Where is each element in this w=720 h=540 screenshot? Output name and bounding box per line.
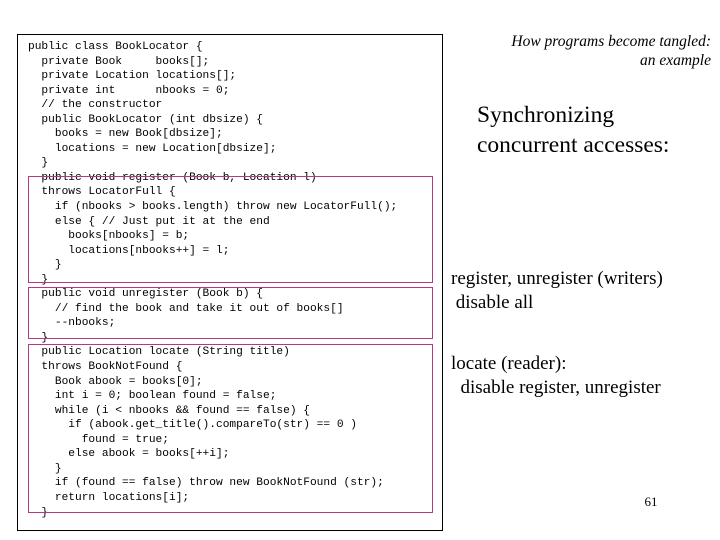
reader-note: locate (reader): disable register, unreg…: [451, 353, 661, 398]
slide-headline-line-2: concurrent accesses:: [477, 132, 670, 158]
code-line: if (nbooks > books.length) throw new Loc…: [28, 201, 398, 214]
code-line: throws LocatorFull {: [28, 186, 176, 199]
code-line: throws BookNotFound {: [28, 361, 183, 374]
code-line: found = true;: [28, 433, 169, 446]
slide-title-line-2: an example: [639, 52, 711, 69]
code-line: }: [28, 462, 62, 475]
code-line: }: [28, 259, 62, 272]
code-line: locations[nbooks++] = l;: [28, 244, 230, 257]
code-line: }: [28, 157, 49, 170]
code-line: // find the book and take it out of book…: [28, 302, 344, 315]
slide-canvas: public class BookLocator { private Book …: [0, 0, 720, 540]
code-line: else { // Just put it at the end: [28, 215, 270, 228]
code-line: public Location locate (String title): [28, 346, 290, 359]
code-line: private Location locations[];: [28, 70, 237, 83]
code-line: int i = 0; boolean found = false;: [28, 390, 277, 403]
code-line: books = new Book[dbsize];: [28, 128, 223, 141]
code-line: return locations[i];: [28, 491, 190, 504]
slide-headline-line-1: Synchronizing: [477, 102, 615, 128]
code-line: }: [28, 273, 49, 286]
code-listing: public class BookLocator { private Book …: [17, 34, 443, 531]
code-line: while (i < nbooks && found == false) {: [28, 404, 310, 417]
code-line: public BookLocator (int dbsize) {: [28, 113, 263, 126]
code-line: public void unregister (Book b) {: [28, 288, 263, 301]
code-line: locations = new Location[dbsize];: [28, 142, 277, 155]
code-line: // the constructor: [28, 99, 163, 112]
slide-title-line-1: How programs become tangled:: [511, 33, 711, 50]
code-line: if (abook.get_title().compareTo(str) == …: [28, 419, 357, 432]
code-line: private Book books[];: [28, 55, 210, 68]
code-line: --nbooks;: [28, 317, 116, 330]
code-line: Book abook = books[0];: [28, 375, 203, 388]
code-line: public class BookLocator {: [28, 41, 203, 53]
code-line: if (found == false) throw new BookNotFou…: [28, 477, 384, 490]
slide-title: How programs become tangled: an example: [452, 32, 711, 70]
code-line: private int nbooks = 0;: [28, 84, 230, 97]
writers-note: register, unregister (writers) disable a…: [451, 268, 663, 313]
page-number: 61: [644, 494, 658, 509]
code-line: books[nbooks] = b;: [28, 230, 190, 243]
code-line: }: [28, 506, 49, 519]
slide-headline: Synchronizing concurrent accesses:: [477, 100, 717, 160]
code-line: else abook = books[++i];: [28, 448, 230, 461]
code-line: public void register (Book b, Location l…: [28, 171, 317, 184]
code-line: }: [28, 331, 49, 344]
